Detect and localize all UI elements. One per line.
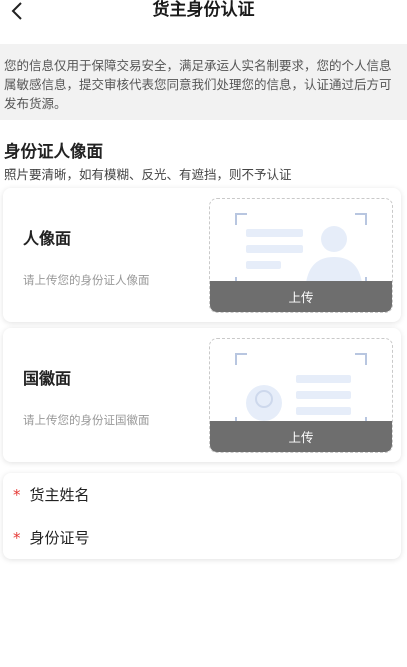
field-label: 货主姓名 <box>29 486 90 504</box>
card-title: 国徽面 <box>23 369 72 388</box>
upload-button[interactable]: 上传 <box>210 421 392 452</box>
id-portrait-card: 人像面 请上传您的身份证人像面 上传 <box>3 188 401 322</box>
top-bar: 货主身份认证 <box>0 0 407 44</box>
page-title: 货主身份认证 <box>152 0 255 20</box>
upload-button[interactable]: 上传 <box>210 281 392 312</box>
id-emblem-card: 国徽面 请上传您的身份证国徽面 上传 <box>3 328 401 462</box>
id-number-field[interactable]: * 身份证号 <box>3 516 401 559</box>
card-hint: 请上传您的身份证国徽面 <box>23 413 150 427</box>
section-subtitle: 照片要清晰，如有模糊、反光、有遮挡，则不予认证 <box>4 167 292 182</box>
privacy-notice: 您的信息仅用于保障交易安全，满足承运人实名制要求，您的个人信息属敏感信息，提交审… <box>0 44 407 120</box>
field-label: 身份证号 <box>29 529 90 547</box>
card-hint: 请上传您的身份证人像面 <box>23 273 150 287</box>
shipper-name-field[interactable]: * 货主姓名 <box>3 473 401 516</box>
required-mark: * <box>13 485 21 504</box>
section-title: 身份证人像面 <box>4 142 103 161</box>
upload-portrait-area[interactable]: 上传 <box>209 198 393 313</box>
upload-emblem-area[interactable]: 上传 <box>209 338 393 453</box>
card-title: 人像面 <box>23 229 72 248</box>
required-mark: * <box>13 528 21 547</box>
form-card: * 货主姓名 * 身份证号 <box>3 473 401 559</box>
